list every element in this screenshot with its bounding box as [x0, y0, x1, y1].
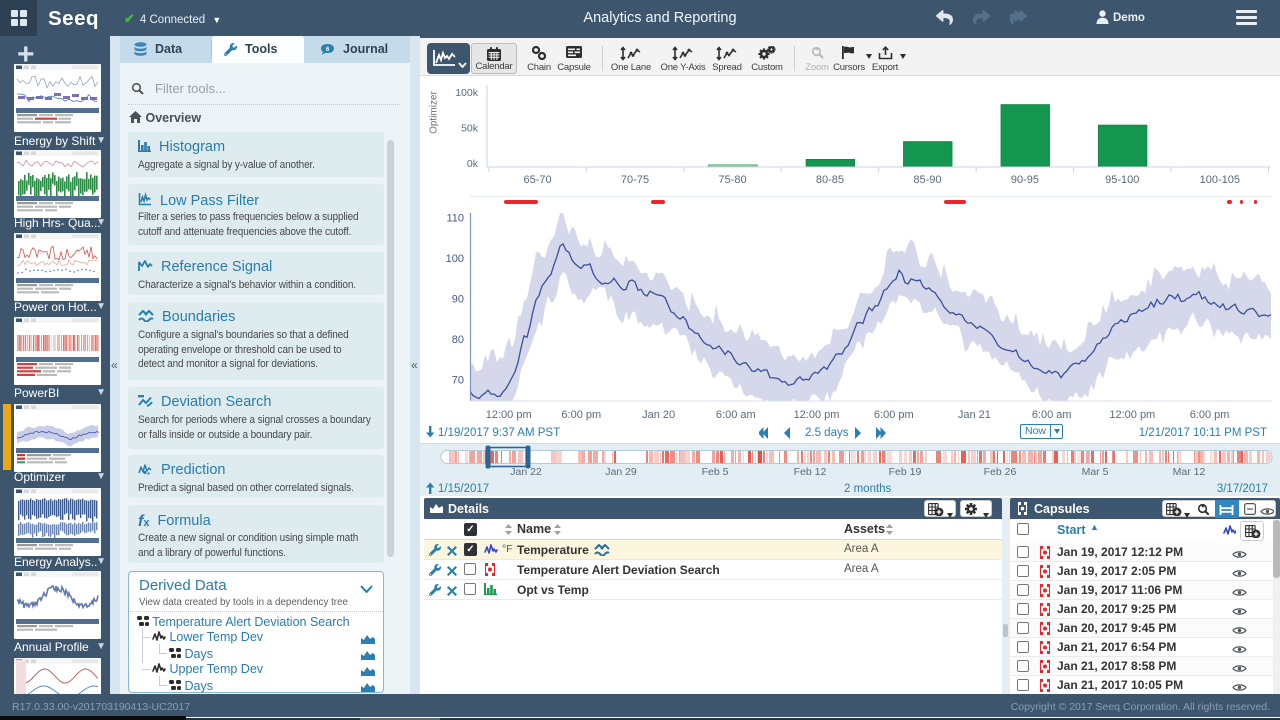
svg-text:6:00 pm: 6:00 pm	[874, 409, 914, 421]
svg-text:Jan 21: Jan 21	[958, 409, 991, 421]
svg-text:80: 80	[452, 334, 464, 346]
svg-text:12:00 pm: 12:00 pm	[1109, 409, 1155, 421]
svg-text:50k: 50k	[461, 123, 479, 135]
svg-text:12:00 pm: 12:00 pm	[486, 409, 532, 421]
svg-text:6:00 pm: 6:00 pm	[1190, 409, 1230, 421]
svg-text:6:00 pm: 6:00 pm	[561, 409, 601, 421]
svg-text:6:00 am: 6:00 am	[716, 409, 756, 421]
svg-text:100: 100	[446, 253, 464, 265]
svg-text:0k: 0k	[467, 158, 479, 170]
svg-text:110: 110	[446, 213, 464, 225]
svg-text:Jan 20: Jan 20	[642, 409, 675, 421]
svg-text:6:00 am: 6:00 am	[1032, 409, 1072, 421]
svg-text:12:00 pm: 12:00 pm	[794, 409, 840, 421]
svg-text:100k: 100k	[455, 87, 479, 99]
svg-text:70: 70	[452, 375, 464, 387]
svg-text:90: 90	[452, 294, 464, 306]
